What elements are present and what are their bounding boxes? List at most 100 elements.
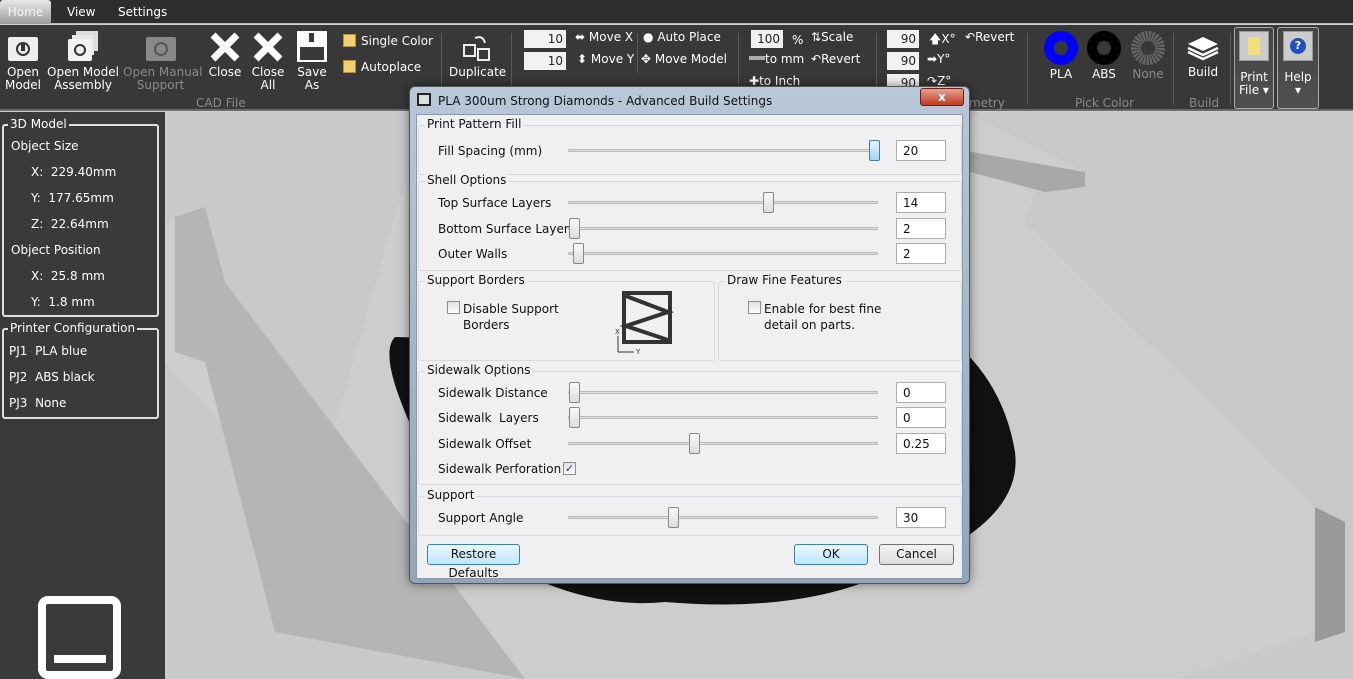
scale-button[interactable]: ⇅Scale [811, 30, 853, 44]
slider-thumb[interactable] [869, 140, 880, 161]
outer-walls-input[interactable]: 2 [896, 243, 946, 264]
divider [1230, 33, 1231, 105]
panel-title: Printer Configuration [8, 321, 138, 335]
bottom-surface-layers-slider[interactable] [568, 218, 878, 239]
print-file-button[interactable]: Print File ▾ [1234, 27, 1274, 109]
open-model-assembly-button[interactable]: Open Model Assembly [47, 30, 119, 92]
move-model-button[interactable]: ✥ Move Model [641, 52, 727, 66]
size-x-value: 229.40mm [50, 165, 117, 179]
arrow-up-down-icon: ⬍ [577, 52, 588, 66]
dialog-body: Print Pattern Fill Shell Options Support… [416, 114, 963, 580]
duplicate-button[interactable]: Duplicate [449, 33, 506, 79]
move-x-button[interactable]: ⬌ Move X [575, 30, 633, 44]
move-y-button[interactable]: ⬍ Move Y [577, 52, 634, 66]
save-as-button[interactable]: Save As [294, 30, 330, 92]
top-surface-layers-input[interactable]: 14 [896, 192, 946, 213]
sidewalk-layers-slider[interactable] [568, 407, 878, 428]
slider-thumb[interactable] [569, 218, 580, 239]
printhead-id: PJ2 [9, 370, 28, 384]
slider-thumb[interactable] [689, 433, 700, 454]
top-surface-layers-label: Top Surface Layers [438, 196, 552, 210]
ok-button[interactable]: OK [794, 544, 868, 565]
floppy-disk-icon [297, 31, 327, 62]
empty-spool-icon [1131, 31, 1165, 65]
position-x-value: 25.8 mm [50, 269, 105, 283]
printhead-material: ABS black [35, 370, 95, 384]
printhead-id: PJ3 [9, 396, 28, 410]
tab-view[interactable]: View [67, 5, 95, 19]
axis-y-label: Y [635, 348, 641, 354]
single-color-checkbox[interactable]: Single Color [343, 34, 433, 48]
minus-icon [749, 56, 765, 60]
sidewalk-offset-slider[interactable] [568, 433, 878, 454]
cancel-button[interactable]: Cancel [879, 544, 954, 565]
sidewalk-distance-input[interactable]: 0 [896, 382, 946, 403]
help-button[interactable]: ? Help ▾ [1277, 27, 1319, 109]
auto-place-button[interactable]: ● Auto Place [643, 30, 721, 44]
sidewalk-layers-input[interactable]: 0 [896, 407, 946, 428]
support-angle-slider[interactable] [568, 507, 878, 528]
close-button[interactable]: Close [207, 31, 243, 79]
sidewalk-distance-label: Sidewalk Distance [438, 386, 548, 400]
object-size-label: Object Size [11, 139, 79, 153]
to-mm-button[interactable]: to mm [749, 52, 804, 66]
slider-thumb[interactable] [668, 507, 679, 528]
group-title: Support [425, 488, 477, 502]
rotate-revert-button[interactable]: ↶Revert [965, 30, 1014, 44]
pla-spool-icon [1044, 31, 1078, 65]
tab-settings[interactable]: Settings [118, 5, 167, 19]
sidewalk-offset-label: Sidewalk Offset [438, 437, 532, 451]
divider [1027, 33, 1028, 105]
fill-spacing-input[interactable]: 20 [896, 140, 946, 161]
move-y-input[interactable]: 10 [524, 52, 566, 70]
arrow-up-icon: 🡅 [929, 32, 942, 46]
sidewalk-distance-slider[interactable] [568, 382, 878, 403]
rotate-x-input[interactable]: 90 [887, 30, 919, 48]
bottom-surface-layers-input[interactable]: 2 [896, 218, 946, 239]
sidewalk-perforation-label: Sidewalk Perforation [438, 462, 562, 476]
arrow-right-icon: ➡ [927, 52, 938, 66]
advanced-build-settings-dialog: PLA 300um Strong Diamonds - Advanced Bui… [409, 86, 970, 584]
none-color-button[interactable]: None [1128, 31, 1168, 81]
disable-support-borders-checkbox[interactable] [447, 301, 460, 314]
support-angle-label: Support Angle [438, 511, 524, 525]
close-all-button[interactable]: Close All [250, 31, 286, 92]
slider-thumb[interactable] [572, 243, 584, 264]
move-x-input[interactable]: 10 [524, 30, 566, 48]
support-angle-input[interactable]: 30 [896, 507, 946, 528]
outer-walls-slider[interactable] [568, 243, 878, 264]
duplicate-cubes-icon [463, 36, 490, 61]
sidewalk-offset-input[interactable]: 0.25 [896, 433, 946, 454]
sidewalk-perforation-checkbox[interactable]: ✓ [563, 462, 576, 475]
size-y-value: 177.65mm [48, 191, 114, 205]
axis-label: X: [31, 165, 44, 179]
abs-color-button[interactable]: ABS [1084, 31, 1124, 81]
map-pin-icon: ● [643, 30, 654, 44]
divider [637, 33, 638, 73]
slider-thumb[interactable] [762, 192, 774, 213]
top-surface-layers-slider[interactable] [568, 192, 878, 213]
rotate-x-button[interactable]: 🡅X° [929, 30, 956, 51]
autoplace-checkbox[interactable]: Autoplace [343, 60, 421, 74]
build-button[interactable]: Build [1183, 31, 1223, 79]
slider-thumb[interactable] [569, 382, 580, 403]
open-model-button[interactable]: Open Model [3, 33, 43, 92]
open-manual-support-button[interactable]: Open Manual Support [123, 33, 202, 92]
scale-revert-button[interactable]: ↶Revert [811, 52, 860, 66]
panel-toggle-icon[interactable] [38, 596, 121, 679]
rotate-y-input[interactable]: 90 [887, 52, 919, 70]
fill-spacing-label: Fill Spacing (mm) [438, 144, 543, 158]
restore-defaults-button[interactable]: Restore Defaults [427, 544, 520, 580]
dialog-close-button[interactable]: x [920, 88, 964, 106]
printhead-material: None [35, 396, 67, 410]
pla-color-button[interactable]: PLA [1041, 31, 1081, 81]
slider-thumb[interactable] [569, 407, 580, 428]
rotate-y-button[interactable]: ➡Y° [927, 52, 950, 66]
support-border-diagram-icon: X Y [615, 291, 674, 354]
enable-fine-features-checkbox[interactable] [748, 301, 761, 314]
scale-input[interactable]: 100 [751, 30, 783, 48]
tab-home[interactable]: Home [0, 0, 51, 24]
fill-spacing-slider[interactable] [568, 140, 880, 161]
group-label-cad-file: CAD File [196, 96, 246, 110]
axis-label: Y: [31, 191, 41, 205]
